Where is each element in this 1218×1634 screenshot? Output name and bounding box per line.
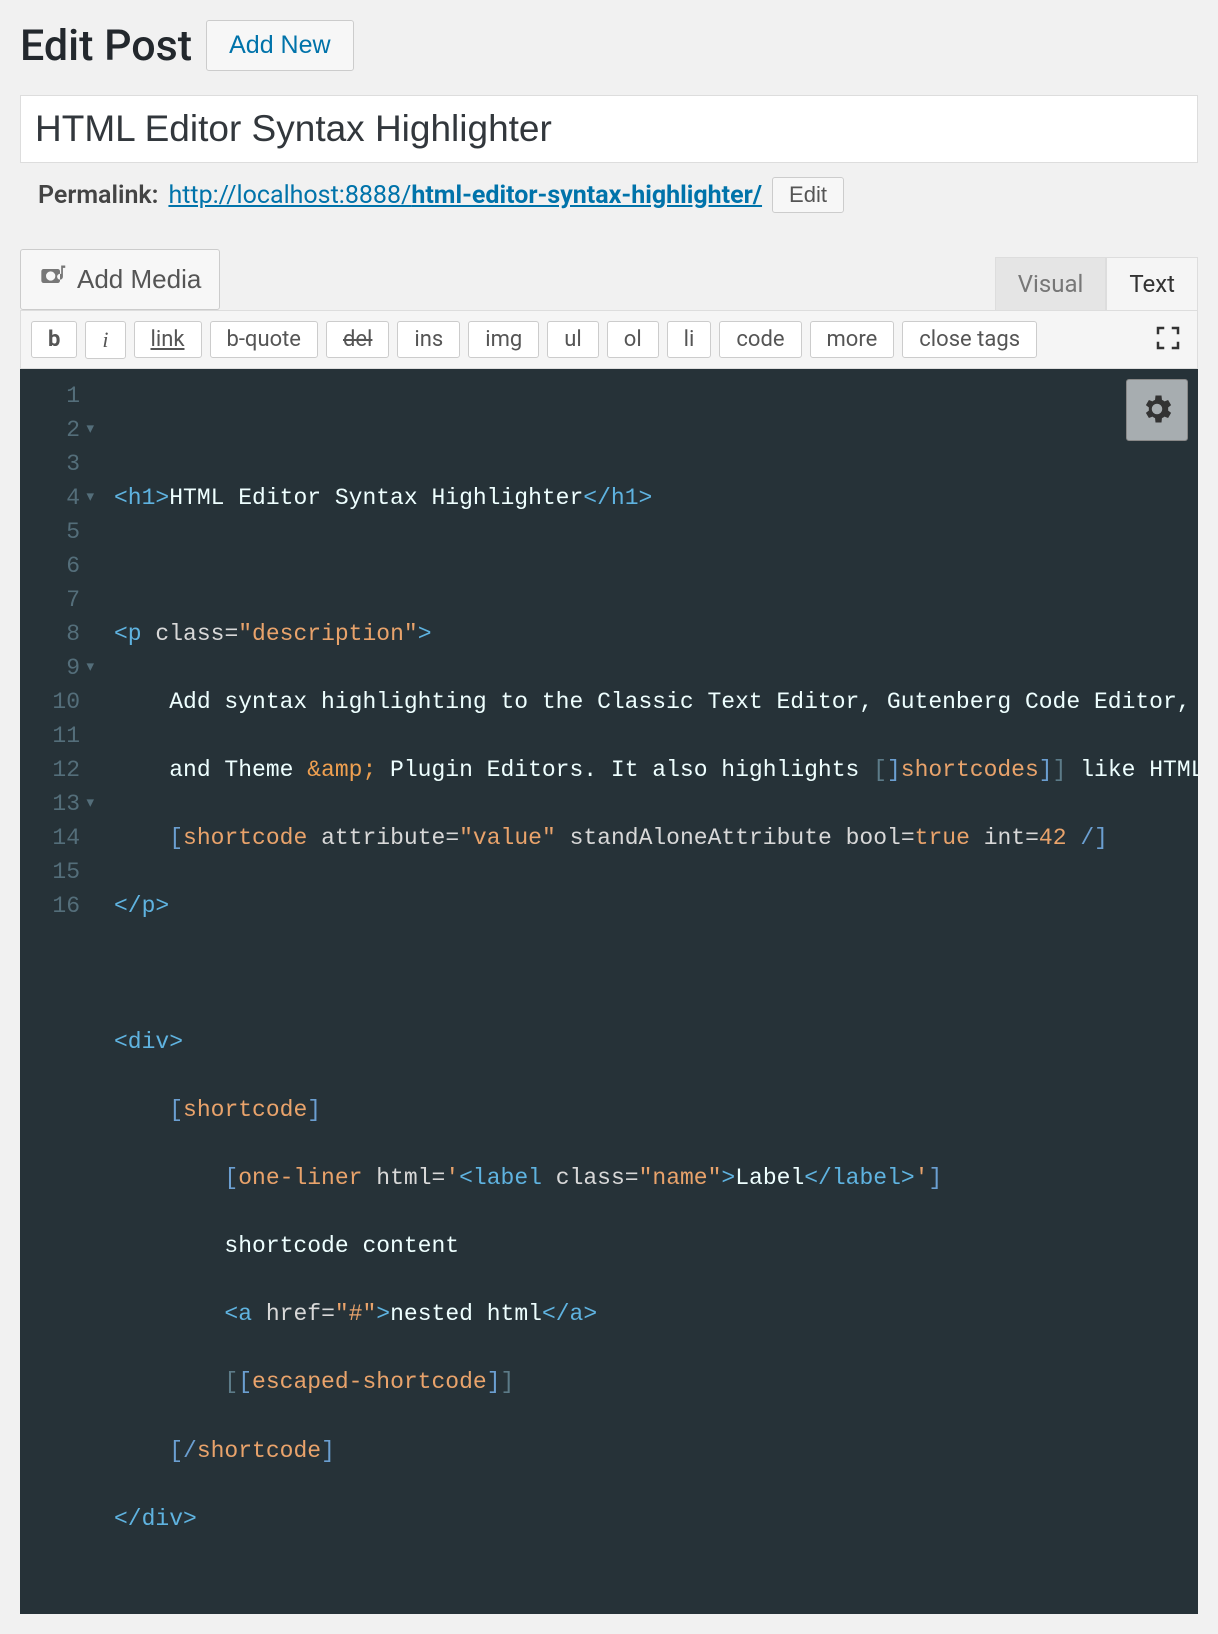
tab-visual[interactable]: Visual	[995, 257, 1107, 310]
edit-permalink-button[interactable]: Edit	[772, 177, 844, 213]
toolbar-close-tags[interactable]: close tags	[902, 321, 1037, 358]
page-title: Edit Post	[20, 21, 192, 71]
toolbar-bold[interactable]: b	[31, 321, 77, 358]
editor-tabs: Visual Text	[995, 257, 1198, 310]
code-editor[interactable]: 12345678910111213141516 <h1>HTML Editor …	[20, 369, 1198, 1614]
permalink-label: Permalink:	[38, 181, 158, 210]
fullscreen-icon	[1153, 341, 1183, 356]
fullscreen-button[interactable]	[1149, 319, 1187, 360]
toolbar-ins[interactable]: ins	[397, 321, 460, 358]
post-title-input[interactable]	[20, 95, 1198, 163]
camera-music-icon	[39, 262, 67, 297]
code-content[interactable]: <h1>HTML Editor Syntax Highlighter</h1> …	[92, 369, 1198, 1614]
add-new-button[interactable]: Add New	[206, 20, 353, 71]
toolbar-more[interactable]: more	[810, 321, 895, 358]
toolbar-del[interactable]: del	[326, 321, 389, 358]
toolbar-code[interactable]: code	[719, 321, 801, 358]
toolbar-li[interactable]: li	[667, 321, 712, 358]
gear-icon	[1139, 391, 1175, 430]
text-toolbar: b i link b-quote del ins img ul ol li co…	[20, 310, 1198, 369]
line-gutter: 12345678910111213141516	[20, 369, 92, 1614]
add-media-button[interactable]: Add Media	[20, 249, 220, 310]
editor-settings-button[interactable]	[1126, 379, 1188, 441]
toolbar-link[interactable]: link	[134, 321, 202, 358]
tab-text[interactable]: Text	[1106, 257, 1198, 310]
toolbar-ul[interactable]: ul	[547, 321, 598, 358]
toolbar-bquote[interactable]: b-quote	[210, 321, 318, 358]
toolbar-img[interactable]: img	[468, 321, 539, 358]
permalink-link[interactable]: http://localhost:8888/html-editor-syntax…	[168, 181, 762, 210]
toolbar-italic[interactable]: i	[85, 321, 125, 359]
toolbar-ol[interactable]: ol	[607, 321, 659, 358]
permalink-row: Permalink: http://localhost:8888/html-ed…	[38, 177, 1198, 213]
